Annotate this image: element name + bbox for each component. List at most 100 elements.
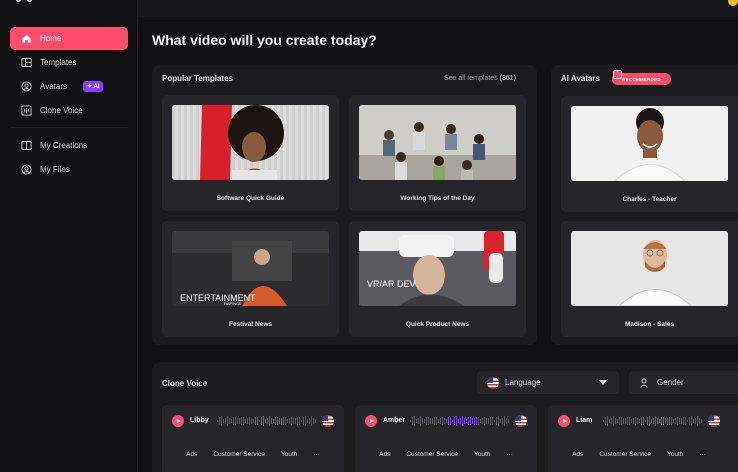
waveform-bar <box>653 418 654 424</box>
waveform-bar <box>466 419 467 423</box>
waveform-bar <box>313 417 314 425</box>
see-all-templates-link[interactable]: See all templates (361) <box>444 75 516 82</box>
avatar-label: Charles - Teacher <box>622 196 677 203</box>
waveform-bar <box>237 418 238 424</box>
waveform-bar <box>289 417 290 425</box>
sidebar-item-templates[interactable]: Templates <box>10 51 128 74</box>
waveform-bar <box>309 417 310 425</box>
waveform-bar <box>500 419 501 423</box>
waveform-bar <box>418 418 419 424</box>
more-options-button[interactable]: ··· <box>699 451 706 458</box>
waveform-bar <box>673 418 674 424</box>
waveform-bar <box>689 416 690 426</box>
sidebar-item-clone-voice[interactable]: Clone Voice <box>10 99 128 122</box>
language-select[interactable]: Language <box>477 371 619 394</box>
waveform-bar <box>456 416 457 426</box>
waveform-bar <box>683 416 684 426</box>
gender-select[interactable]: Gender <box>629 371 738 394</box>
waveform-bar <box>273 419 274 423</box>
waveform-bar <box>311 416 312 426</box>
waveform-bar <box>468 416 469 426</box>
waveform-bar <box>605 417 606 425</box>
template-overlay-text: ENTERTAINMENT <box>180 293 256 303</box>
avatar-icon <box>20 81 32 93</box>
sidebar-item-label: Avatars <box>40 82 67 91</box>
voice-card[interactable]: Amber Ads Customer Service Youth ··· <box>355 405 537 472</box>
clone-voice-heading: Clone Voice <box>162 379 208 388</box>
sidebar-item-my-creations[interactable]: My Creations <box>10 134 128 157</box>
voice-tags: Ads Customer Service Youth ··· <box>548 451 730 458</box>
play-icon[interactable] <box>558 415 570 427</box>
templates-heading: Popular Templates <box>162 74 233 83</box>
voice-tag[interactable]: Ads <box>379 451 390 458</box>
voice-tag[interactable]: Youth <box>667 451 683 458</box>
voice-tag[interactable]: Ads <box>186 451 197 458</box>
waveform-bar <box>430 418 431 424</box>
voice-tag[interactable]: Youth <box>281 451 297 458</box>
waveform-bar <box>263 416 264 426</box>
more-options-button[interactable]: ··· <box>313 451 320 458</box>
waveform-bar <box>225 418 226 424</box>
top-bar <box>138 0 738 17</box>
waveform-bar <box>498 416 499 426</box>
template-card[interactable]: Software Quick Guide <box>162 95 339 211</box>
gender-select-value: Gender <box>657 378 684 387</box>
voice-card[interactable]: Libby Ads Customer Service Youth ··· <box>162 405 344 472</box>
see-all-label: See all templates <box>444 75 498 82</box>
sidebar-item-home[interactable]: Home <box>10 27 128 50</box>
waveform-bar <box>259 419 260 423</box>
more-options-button[interactable]: ··· <box>506 451 513 458</box>
waveform-bar <box>669 417 670 425</box>
avatar-card[interactable]: Madison - Sales <box>561 221 738 337</box>
voice-tag[interactable]: Youth <box>474 451 490 458</box>
ai-badge: ✦ AI <box>82 81 104 92</box>
voice-tag[interactable]: Customer Service <box>406 451 458 458</box>
voice-name: Amber <box>383 417 406 424</box>
logo[interactable] <box>16 0 32 2</box>
voice-tag[interactable]: Customer Service <box>599 451 651 458</box>
waveform-bar <box>643 416 644 426</box>
waveform-bar <box>663 417 664 425</box>
waveform-bar <box>458 418 459 424</box>
avatar-card[interactable]: Charles - Teacher <box>561 96 738 212</box>
waveform-bar <box>484 416 485 426</box>
template-card[interactable]: VR/AR DEV Quick Product News <box>349 221 526 337</box>
voice-card[interactable]: Liam Ads Customer Service Youth ··· <box>548 405 738 472</box>
waveform-bar <box>671 417 672 425</box>
waveform-bar <box>267 418 268 424</box>
play-icon[interactable] <box>365 415 377 427</box>
waveform-bar <box>496 416 497 426</box>
home-icon <box>20 33 32 45</box>
waveform-bar <box>486 417 487 425</box>
waveform-bar <box>293 417 294 425</box>
waveform-bar <box>297 416 298 426</box>
waveform-bar <box>476 417 477 425</box>
voice-tag[interactable]: Customer Service <box>213 451 265 458</box>
waveform-bar <box>651 418 652 424</box>
waveform-bar <box>661 416 662 426</box>
waveform-bar <box>217 420 218 422</box>
waveform-bar <box>315 419 316 423</box>
sidebar-item-avatars[interactable]: Avatars ✦ AI <box>10 75 128 98</box>
waveform-bar <box>665 418 666 424</box>
play-icon[interactable] <box>172 415 184 427</box>
waveform-bar <box>641 416 642 426</box>
recommended-label: RECOMMENDED <box>622 76 661 82</box>
template-card[interactable]: ENTERTAINMENT RAPINDE Festival News <box>162 221 339 337</box>
voice-tag[interactable]: Ads <box>572 451 583 458</box>
waveform-bar <box>448 416 449 426</box>
waveform-bar <box>631 418 632 424</box>
waveform-bar <box>607 416 608 426</box>
notification-dot[interactable] <box>728 0 738 6</box>
waveform-bar <box>281 417 282 425</box>
voice-tags: Ads Customer Service Youth ··· <box>355 451 537 458</box>
waveform-bar <box>305 416 306 426</box>
waveform-bar <box>480 418 481 424</box>
template-card[interactable]: Working Tips of the Day <box>349 95 526 211</box>
waveform-bar <box>291 416 292 426</box>
sidebar: Home Templates Avatars ✦ AI Clone Voice … <box>0 0 138 472</box>
sidebar-item-my-files[interactable]: My Files <box>10 158 128 181</box>
waveform-bar <box>681 418 682 424</box>
template-overlay-text: VR/AR DEV <box>367 279 416 289</box>
waveform-bar <box>265 418 266 424</box>
